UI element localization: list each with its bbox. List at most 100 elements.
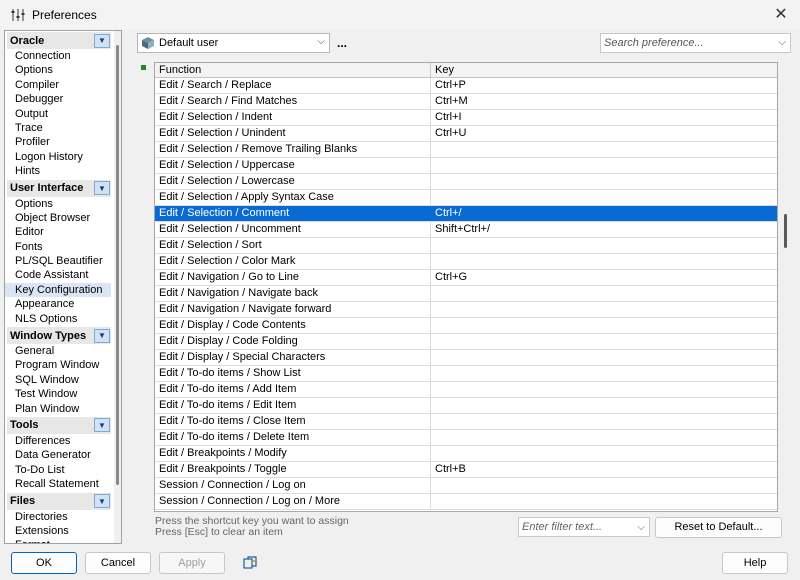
table-scrollbar-thumb[interactable]: [784, 214, 787, 248]
key-cell[interactable]: [431, 254, 777, 269]
sidebar-item[interactable]: General: [5, 344, 111, 358]
table-row[interactable]: Session / Connection / Log on / More: [155, 494, 777, 510]
sidebar-item[interactable]: Compiler: [5, 78, 111, 92]
table-row[interactable]: Edit / Display / Code Folding: [155, 334, 777, 350]
key-cell[interactable]: [431, 382, 777, 397]
sidebar-item[interactable]: NLS Options: [5, 312, 111, 326]
collapse-button[interactable]: ▼: [94, 494, 110, 509]
sidebar-item[interactable]: Fonts: [5, 240, 111, 254]
sidebar-item[interactable]: Options: [5, 197, 111, 211]
table-row[interactable]: Edit / Display / Special Characters: [155, 350, 777, 366]
key-cell[interactable]: [431, 190, 777, 205]
reset-to-default-button[interactable]: Reset to Default...: [655, 517, 782, 538]
table-row[interactable]: Edit / Selection / Apply Syntax Case: [155, 190, 777, 206]
user-select[interactable]: Default user ⌵: [137, 33, 330, 53]
key-cell[interactable]: [431, 158, 777, 173]
sidebar-scrollbar[interactable]: [114, 31, 121, 543]
key-cell[interactable]: [431, 446, 777, 461]
table-row[interactable]: Edit / Display / Code Contents: [155, 318, 777, 334]
sidebar-item[interactable]: Recall Statement: [5, 477, 111, 491]
sidebar-section-header[interactable]: Tools ▼: [7, 416, 111, 434]
collapse-button[interactable]: ▼: [94, 418, 110, 433]
key-cell[interactable]: [431, 366, 777, 381]
sidebar-item[interactable]: Code Assistant: [5, 268, 111, 282]
table-row[interactable]: Edit / Navigation / Navigate back: [155, 286, 777, 302]
collapse-button[interactable]: ▼: [94, 181, 110, 196]
key-cell[interactable]: [431, 414, 777, 429]
sidebar-item[interactable]: Profiler: [5, 135, 111, 149]
sidebar-section-header[interactable]: Files ▼: [7, 492, 111, 510]
copy-settings-icon[interactable]: [242, 555, 258, 571]
table-row[interactable]: Edit / To-do items / Add Item: [155, 382, 777, 398]
key-cell[interactable]: [431, 398, 777, 413]
key-cell[interactable]: [431, 334, 777, 349]
table-row[interactable]: Edit / Selection / Indent Ctrl+I: [155, 110, 777, 126]
key-cell[interactable]: [431, 238, 777, 253]
sidebar-item[interactable]: Plan Window: [5, 402, 111, 416]
key-cell[interactable]: [431, 478, 777, 493]
apply-button[interactable]: Apply: [159, 552, 225, 574]
more-button[interactable]: ...: [337, 36, 347, 50]
sidebar-item[interactable]: Hints: [5, 164, 111, 178]
sidebar-item[interactable]: Program Window: [5, 358, 111, 372]
table-row[interactable]: Edit / Search / Replace Ctrl+P: [155, 78, 777, 94]
key-cell[interactable]: [431, 286, 777, 301]
sidebar-item[interactable]: Output: [5, 107, 111, 121]
key-cell[interactable]: [431, 494, 777, 509]
table-row[interactable]: Edit / To-do items / Edit Item: [155, 398, 777, 414]
sidebar-item[interactable]: SQL Window: [5, 373, 111, 387]
sidebar-item[interactable]: Test Window: [5, 387, 111, 401]
table-row[interactable]: Edit / Selection / Remove Trailing Blank…: [155, 142, 777, 158]
key-cell[interactable]: [431, 302, 777, 317]
sidebar-item[interactable]: Connection: [5, 49, 111, 63]
table-row[interactable]: Edit / Breakpoints / Toggle Ctrl+B: [155, 462, 777, 478]
sidebar-item[interactable]: Trace: [5, 121, 111, 135]
table-row[interactable]: Edit / Breakpoints / Modify: [155, 446, 777, 462]
table-row[interactable]: Edit / Selection / Lowercase: [155, 174, 777, 190]
key-cell[interactable]: [431, 318, 777, 333]
search-input[interactable]: Search preference... ⌵: [600, 33, 791, 53]
key-cell[interactable]: Shift+Ctrl+/: [431, 222, 777, 237]
sidebar-item[interactable]: Appearance: [5, 297, 111, 311]
table-row[interactable]: Edit / Selection / Color Mark: [155, 254, 777, 270]
key-cell[interactable]: [431, 142, 777, 157]
sidebar-item[interactable]: Debugger: [5, 92, 111, 106]
table-row[interactable]: Edit / Search / Find Matches Ctrl+M: [155, 94, 777, 110]
table-row[interactable]: Edit / Navigation / Go to Line Ctrl+G: [155, 270, 777, 286]
collapse-button[interactable]: ▼: [94, 328, 110, 343]
sidebar-section-header[interactable]: Oracle ▼: [7, 32, 111, 49]
key-cell[interactable]: [431, 350, 777, 365]
chevron-down-icon[interactable]: ⌵: [778, 37, 786, 48]
sidebar-scrollbar-thumb[interactable]: [116, 45, 119, 485]
key-cell[interactable]: Ctrl+/: [431, 206, 777, 221]
sidebar-item[interactable]: Options: [5, 63, 111, 77]
sidebar-item[interactable]: PL/SQL Beautifier: [5, 254, 111, 268]
sidebar-item[interactable]: Key Configuration: [5, 282, 111, 298]
table-row[interactable]: Edit / To-do items / Show List: [155, 366, 777, 382]
sidebar-section-header[interactable]: User Interface ▼: [7, 179, 111, 197]
key-cell[interactable]: [431, 174, 777, 189]
column-header-function[interactable]: Function: [155, 63, 431, 78]
close-icon[interactable]: ✕: [772, 6, 790, 24]
sidebar-section-header[interactable]: Window Types ▼: [7, 327, 111, 345]
key-cell[interactable]: Ctrl+B: [431, 462, 777, 477]
column-header-key[interactable]: Key: [431, 63, 777, 78]
table-row[interactable]: Edit / Selection / Comment Ctrl+/: [155, 206, 777, 222]
sidebar-item[interactable]: Object Browser: [5, 211, 111, 225]
sidebar-item[interactable]: Differences: [5, 434, 111, 448]
help-button[interactable]: Help: [722, 552, 788, 574]
table-row[interactable]: Edit / Selection / Unindent Ctrl+U: [155, 126, 777, 142]
sidebar-item[interactable]: Editor: [5, 225, 111, 239]
key-cell[interactable]: Ctrl+P: [431, 78, 777, 93]
ok-button[interactable]: OK: [11, 552, 77, 574]
key-cell[interactable]: Ctrl+G: [431, 270, 777, 285]
cancel-button[interactable]: Cancel: [85, 552, 151, 574]
table-row[interactable]: Edit / Navigation / Navigate forward: [155, 302, 777, 318]
table-row[interactable]: Edit / Selection / Sort: [155, 238, 777, 254]
key-cell[interactable]: Ctrl+M: [431, 94, 777, 109]
collapse-button[interactable]: ▼: [94, 33, 110, 48]
table-row[interactable]: Session / Connection / Log on: [155, 478, 777, 494]
sidebar-item[interactable]: Extensions: [5, 524, 111, 538]
table-row[interactable]: Edit / To-do items / Close Item: [155, 414, 777, 430]
filter-input[interactable]: Enter filter text... ⌵: [518, 517, 650, 537]
